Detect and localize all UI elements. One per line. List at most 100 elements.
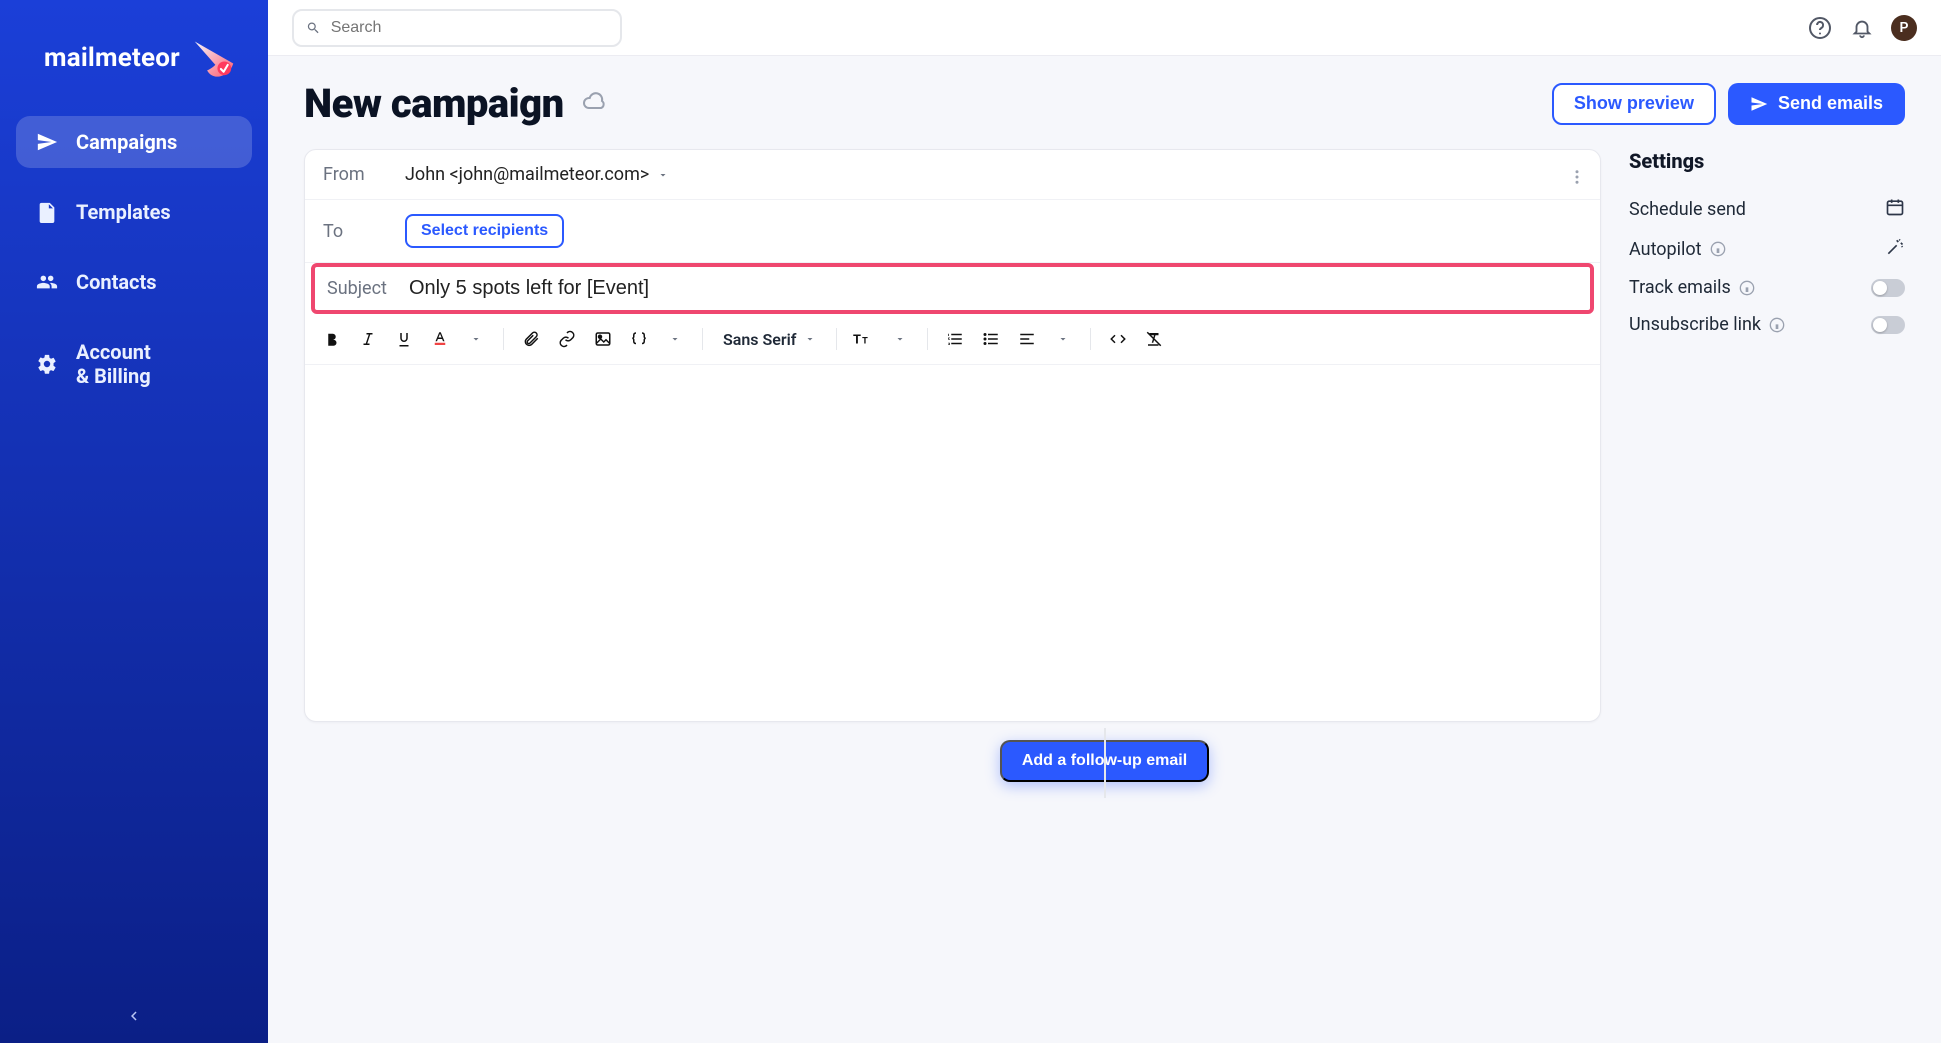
text-size-button[interactable]: TT <box>849 324 879 354</box>
notifications-button[interactable] <box>1849 15 1875 41</box>
main: P New campaign Show preview Send emails <box>268 0 1941 1043</box>
setting-track-emails: Track emails <box>1629 269 1905 306</box>
people-icon <box>36 271 58 293</box>
image-icon <box>594 330 612 348</box>
bulleted-list-button[interactable] <box>976 324 1006 354</box>
separator <box>702 328 703 350</box>
caret-down-icon <box>1057 333 1069 345</box>
variables-caret[interactable] <box>660 324 690 354</box>
editor-toolbar: Sans Serif TT <box>305 314 1600 365</box>
send-icon <box>36 131 58 153</box>
to-row: To Select recipients <box>305 200 1600 263</box>
text-size-caret[interactable] <box>885 324 915 354</box>
search-input[interactable] <box>331 19 608 37</box>
sidebar-item-label: Account & Billing <box>76 340 151 388</box>
followup-area: Add a follow-up email <box>304 740 1905 782</box>
font-selector[interactable]: Sans Serif <box>715 330 824 349</box>
text-color-caret[interactable] <box>461 324 491 354</box>
calendar-icon <box>1885 197 1905 221</box>
underline-button[interactable] <box>389 324 419 354</box>
clear-format-icon <box>1145 330 1163 348</box>
caret-down-icon <box>470 333 482 345</box>
sidebar-item-contacts[interactable]: Contacts <box>16 256 252 308</box>
clear-formatting-button[interactable] <box>1139 324 1169 354</box>
sidebar-item-label: Templates <box>76 200 171 224</box>
unsubscribe-toggle[interactable] <box>1871 316 1905 334</box>
image-button[interactable] <box>588 324 618 354</box>
sidebar: mailmeteor Campaigns <box>0 0 268 1043</box>
avatar[interactable]: P <box>1891 15 1917 41</box>
code-icon <box>1109 330 1127 348</box>
brand-logo-icon <box>190 34 238 82</box>
from-selector[interactable]: John <john@mailmeteor.com> <box>405 164 669 185</box>
braces-icon <box>630 330 648 348</box>
help-icon <box>1808 16 1832 40</box>
setting-autopilot[interactable]: Autopilot <box>1629 229 1905 269</box>
show-preview-button[interactable]: Show preview <box>1552 83 1716 125</box>
settings-title: Settings <box>1629 149 1905 173</box>
setting-unsubscribe-link: Unsubscribe link <box>1629 306 1905 343</box>
italic-button[interactable] <box>353 324 383 354</box>
separator <box>927 328 928 350</box>
variables-button[interactable] <box>624 324 654 354</box>
align-icon <box>1018 330 1036 348</box>
button-label: Select recipients <box>421 222 548 239</box>
from-row: From John <john@mailmeteor.com> <box>305 150 1600 200</box>
sidebar-item-campaigns[interactable]: Campaigns <box>16 116 252 168</box>
subject-input[interactable] <box>409 277 1578 300</box>
from-label: From <box>323 164 405 185</box>
caret-down-icon <box>804 333 816 345</box>
settings-panel: Settings Schedule send Autopilot <box>1629 149 1905 343</box>
text-color-button[interactable] <box>425 324 455 354</box>
search-icon <box>306 20 321 36</box>
document-icon <box>36 201 58 223</box>
code-view-button[interactable] <box>1103 324 1133 354</box>
cloud-saved-icon <box>582 90 606 118</box>
link-button[interactable] <box>552 324 582 354</box>
attachment-button[interactable] <box>516 324 546 354</box>
bold-button[interactable] <box>317 324 347 354</box>
align-button[interactable] <box>1012 324 1042 354</box>
more-vert-icon <box>1568 168 1586 186</box>
setting-schedule-send[interactable]: Schedule send <box>1629 189 1905 229</box>
sidebar-item-account-billing[interactable]: Account & Billing <box>16 326 252 402</box>
align-caret[interactable] <box>1048 324 1078 354</box>
setting-label: Autopilot <box>1629 239 1702 260</box>
gear-icon <box>36 353 58 375</box>
search[interactable] <box>292 9 622 47</box>
subject-row-highlight: Subject <box>311 263 1594 314</box>
more-options-button[interactable] <box>1568 168 1586 190</box>
text-size-icon: TT <box>853 330 875 348</box>
to-label: To <box>323 221 405 242</box>
email-body-editor[interactable] <box>305 365 1600 721</box>
brand-name: mailmeteor <box>44 43 180 73</box>
list-ul-icon <box>982 330 1000 348</box>
caret-down-icon <box>669 333 681 345</box>
composer: From John <john@mailmeteor.com> To Selec… <box>304 149 1601 722</box>
content: New campaign Show preview Send emails <box>268 56 1941 1043</box>
button-label: Send emails <box>1778 93 1883 114</box>
svg-text:T: T <box>853 333 861 348</box>
select-recipients-button[interactable]: Select recipients <box>405 214 564 248</box>
italic-icon <box>359 330 377 348</box>
underline-icon <box>395 330 413 348</box>
send-emails-button[interactable]: Send emails <box>1728 83 1905 125</box>
help-button[interactable] <box>1807 15 1833 41</box>
setting-label: Track emails <box>1629 277 1731 298</box>
sidebar-item-label: Contacts <box>76 270 157 294</box>
caret-down-icon <box>657 169 669 181</box>
add-followup-button[interactable]: Add a follow-up email <box>1000 740 1209 782</box>
send-icon <box>1750 95 1768 113</box>
numbered-list-button[interactable] <box>940 324 970 354</box>
track-emails-toggle[interactable] <box>1871 279 1905 297</box>
sidebar-collapse-button[interactable] <box>125 1007 143 1029</box>
svg-text:T: T <box>863 337 869 347</box>
info-icon <box>1710 241 1726 257</box>
bold-icon <box>323 330 341 348</box>
setting-label: Unsubscribe link <box>1629 314 1761 335</box>
sidebar-item-templates[interactable]: Templates <box>16 186 252 238</box>
chevron-left-icon <box>125 1007 143 1025</box>
text-color-icon <box>431 330 449 348</box>
wand-icon <box>1885 237 1905 261</box>
title-wrap: New campaign <box>304 80 606 127</box>
